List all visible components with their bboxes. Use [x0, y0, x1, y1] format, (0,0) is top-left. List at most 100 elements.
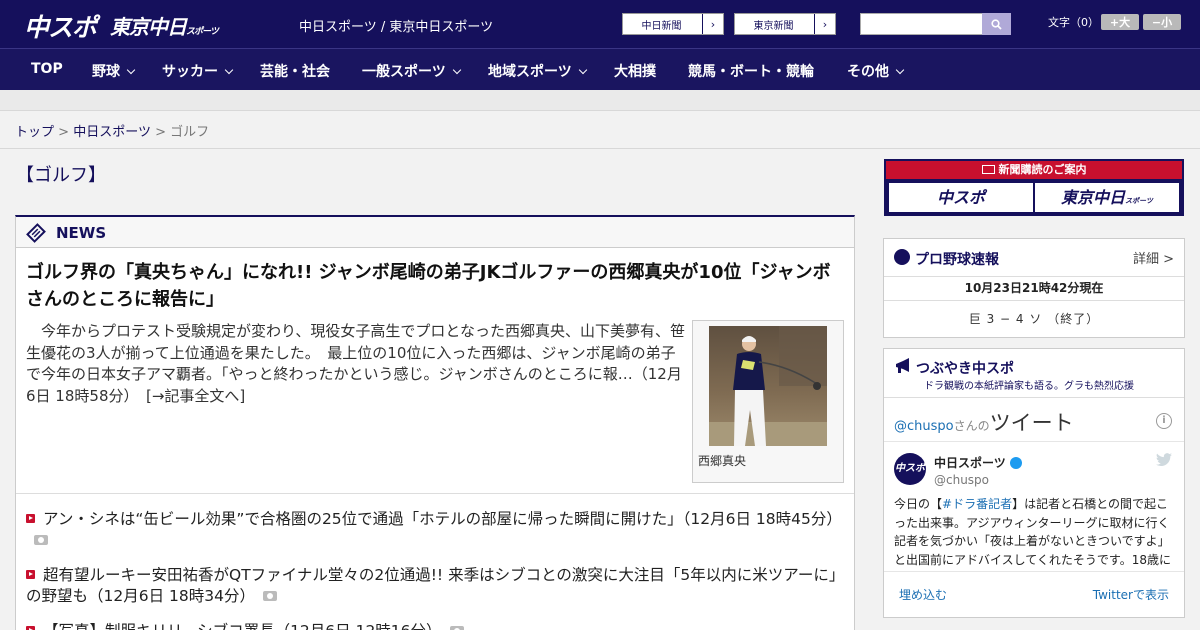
divider [0, 148, 1200, 149]
breadcrumb-top[interactable]: トップ [15, 125, 54, 140]
baseball-title: プロ野球速報 [915, 252, 999, 268]
lead-headline[interactable]: ゴルフ界の「真央ちゃん」になれ!! ジャンボ尾崎の弟子JKゴルファーの西郷真央が… [26, 259, 841, 313]
chevron-down-icon [578, 65, 587, 75]
breadcrumb-chuspo[interactable]: 中日スポーツ [73, 125, 151, 140]
nav-item-top[interactable]: TOP [31, 61, 63, 77]
breadcrumb-current: ゴルフ [170, 125, 210, 140]
divider [16, 493, 854, 494]
chuspo-logo[interactable]: 中スポ [24, 8, 97, 42]
subscription-heading: 新聞購読のご案内 [886, 161, 1182, 179]
nav-label: 大相撲 [614, 64, 656, 80]
camera-icon [34, 535, 48, 545]
baseball-score-line[interactable]: 巨 3 − 4 ソ （終了） [884, 310, 1184, 327]
photo-caption: 西郷真央 [698, 454, 747, 468]
avatar[interactable]: 中スポ [894, 453, 926, 485]
camera-icon [262, 591, 277, 601]
divider [884, 397, 1184, 398]
news-item-text: 超有望ルーキー安田祐香がQTファイナル堂々の2位通過!! 来季はシブコとの激突に… [26, 566, 845, 605]
tweet-text-part: 今日の【 [894, 497, 943, 511]
golfer-photo [709, 326, 827, 446]
page-title: 【ゴルフ】 [16, 165, 106, 186]
baseball-detail-link[interactable]: 詳細 > [1133, 248, 1174, 267]
twitter-widget-subtitle: ドラ観戦の本紙評論家も語る。グラも熱烈応援 [924, 381, 1134, 392]
nav-label: 芸能・社会 [260, 64, 330, 80]
chevron-down-icon [452, 65, 461, 75]
nav-label: 一般スポーツ [362, 64, 446, 80]
nav-label: 競馬・ボート・競輪 [688, 64, 814, 80]
nav-label: その他 [847, 64, 889, 80]
site-header: 中スポ 東京中日スポーツ 中日スポーツ / 東京中日スポーツ 中日新聞 › 東京… [0, 0, 1200, 48]
megaphone-icon [896, 358, 909, 373]
news-item-text: 【写真】制服キリリ、シブコ署長（12月6日 12時16分） [43, 622, 442, 630]
news-list-item[interactable]: 【写真】制服キリリ、シブコ署長（12月6日 12時16分） [26, 621, 846, 630]
news-item-text: アン・シネは“缶ビール効果”で合格圏の25位で通過「ホテルの部屋に帰った瞬間に開… [43, 510, 842, 528]
subscribe-chuspo-logo[interactable]: 中スポ [889, 183, 1033, 212]
news-list-item[interactable]: 超有望ルーキー安田祐香がQTファイナル堂々の2位通過!! 来季はシブコとの激突に… [26, 565, 846, 607]
twitter-widget-title: つぶやき中スポ [916, 361, 1014, 377]
nav-item-entertainment[interactable]: 芸能・社会 [260, 61, 330, 81]
font-smaller-button[interactable]: −小 [1143, 14, 1181, 30]
chevron-down-icon [895, 65, 905, 75]
font-larger-button[interactable]: +大 [1101, 14, 1139, 30]
news-section: NEWS ゴルフ界の「真央ちゃん」になれ!! ジャンボ尾崎の弟子JKゴルファーの… [15, 215, 855, 630]
search-input[interactable] [860, 13, 983, 35]
baseball-scores-widget: プロ野球速報 詳細 > 10月23日21時42分現在 巨 3 − 4 ソ （終了… [883, 238, 1185, 338]
chevron-down-icon [126, 65, 136, 75]
baseball-header: プロ野球速報 詳細 > [884, 239, 1184, 277]
news-header: NEWS [16, 217, 854, 248]
newspaper-icon [981, 165, 995, 174]
account-name-text: 中日スポーツ [934, 456, 1006, 470]
embed-link[interactable]: 埋め込む [899, 586, 947, 603]
twitter-bird-icon[interactable] [1156, 453, 1172, 467]
tokyo-logo-text: 東京中日 [110, 15, 187, 39]
divider [884, 441, 1184, 442]
search-button[interactable] [982, 13, 1011, 35]
nav-item-racing[interactable]: 競馬・ボート・競輪 [688, 61, 814, 81]
lead-summary: 今年からプロテスト受験規定が変わり、現役女子高生でプロとなった西郷真央、山下美夢… [26, 321, 686, 407]
read-more-link[interactable]: [→記事全文へ] [146, 387, 245, 405]
nav-item-other[interactable]: その他 [847, 61, 905, 81]
subscribe-tokyo-text: 東京中日 [1061, 188, 1126, 207]
nav-item-sumo[interactable]: 大相撲 [614, 61, 656, 81]
lead-photo[interactable]: 西郷真央 [692, 320, 844, 483]
twitter-widget: つぶやき中スポ ドラ観戦の本紙評論家も語る。グラも熱烈応援 @chuspoさんの… [883, 348, 1185, 618]
tweets-label: ツイート [989, 411, 1074, 435]
ad-band [0, 90, 1200, 111]
news-section-title: NEWS [56, 224, 107, 242]
tokyo-chunichi-logo[interactable]: 東京中日スポーツ [110, 11, 219, 41]
tokyo-shimbun-button[interactable]: 東京新聞 › [734, 13, 836, 35]
play-bullet-icon [26, 570, 35, 579]
nav-label: サッカー [162, 64, 218, 80]
nav-label: 地域スポーツ [488, 64, 572, 80]
divider [884, 571, 1184, 572]
subscribe-tokyo-logo[interactable]: 東京中日スポーツ [1035, 183, 1179, 212]
nav-item-regional-sports[interactable]: 地域スポーツ [488, 61, 587, 81]
twitter-handle-link[interactable]: @chuspo [894, 419, 954, 434]
nav-item-baseball[interactable]: 野球 [92, 61, 136, 81]
news-list-item[interactable]: アン・シネは“缶ビール効果”で合格圏の25位で通過「ホテルの部屋に帰った瞬間に開… [26, 509, 846, 551]
subscription-banner[interactable]: 新聞購読のご案内 中スポ 東京中日スポーツ [884, 159, 1184, 216]
subscription-heading-text: 新聞購読のご案内 [998, 163, 1087, 176]
search-icon [991, 18, 1002, 30]
subscribe-tokyo-small: スポーツ [1125, 197, 1153, 205]
tokyo-logo-small: スポーツ [186, 27, 219, 37]
tweet-account-handle[interactable]: @chuspo [934, 473, 989, 487]
play-bullet-icon [26, 626, 35, 630]
tweet-text: 今日の【#ドラ番記者】は記者と石橋との間で起こった出来事。アジアウィンターリーグ… [894, 495, 1176, 569]
site-names: 中日スポーツ / 東京中日スポーツ [299, 20, 494, 35]
chevron-right-icon: › [814, 14, 835, 34]
main-nav: TOP 野球 サッカー 芸能・社会 一般スポーツ 地域スポーツ 大相撲 競馬・ボ… [0, 48, 1200, 90]
view-on-twitter-link[interactable]: Twitterで表示 [1093, 586, 1169, 603]
nav-item-soccer[interactable]: サッカー [162, 61, 234, 81]
info-icon[interactable]: i [1156, 413, 1172, 429]
breadcrumb-separator: > [58, 125, 70, 140]
hashtag-link[interactable]: #ドラ番記者 [942, 497, 1012, 511]
chunichi-shimbun-button[interactable]: 中日新聞 › [622, 13, 724, 35]
divider [884, 300, 1184, 301]
baseball-timestamp: 10月23日21時42分現在 [964, 281, 1104, 295]
tweet-account-name[interactable]: 中日スポーツ [934, 454, 1022, 471]
nav-label: TOP [31, 61, 63, 77]
nav-item-general-sports[interactable]: 一般スポーツ [362, 61, 461, 81]
camera-icon [449, 626, 464, 630]
news-icon [26, 223, 46, 243]
